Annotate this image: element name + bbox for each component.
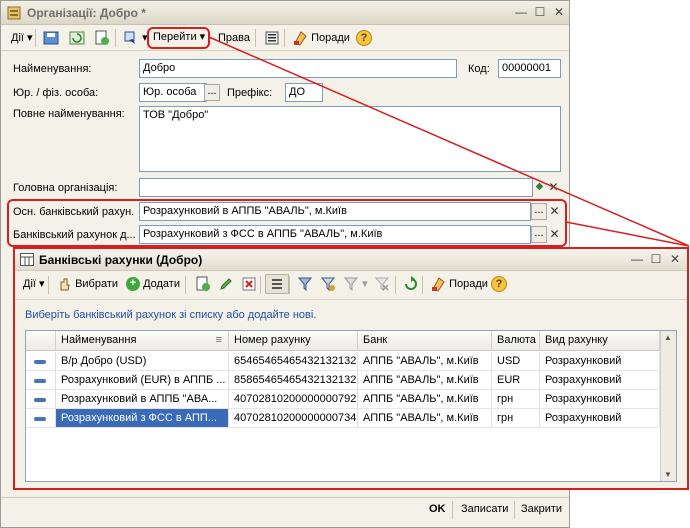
hint-text: Виберіть банківський рахунок зі списку а… (25, 309, 317, 321)
table-header-icon (26, 331, 56, 351)
refresh-list-button[interactable] (399, 274, 423, 294)
add-copy-button[interactable] (191, 274, 215, 294)
table-cell[interactable]: АППБ "АВАЛЬ", м.Київ (358, 371, 492, 390)
table-header-type[interactable]: Вид рахунку (540, 331, 660, 351)
minimize-icon[interactable]: — (629, 252, 645, 266)
account-row-icon (34, 360, 46, 364)
filter-value-icon (320, 277, 336, 292)
table-cell[interactable]: 40702810200000000792 (229, 390, 358, 409)
tips-label: Поради (449, 278, 488, 290)
toolbar-separator (422, 276, 423, 294)
toolbar-separator (289, 276, 290, 294)
table-cell[interactable]: Розрахунковий (540, 390, 660, 409)
filter-by-value-button[interactable] (316, 274, 340, 294)
account-row-icon (34, 379, 46, 383)
table-cell[interactable]: 85865465465432132132 (229, 371, 358, 390)
sub-tips-button[interactable]: Поради (426, 274, 492, 294)
vertical-scrollbar[interactable]: ▲ ▼ (660, 331, 676, 481)
toolbar-divider (15, 299, 687, 300)
table-cell[interactable]: Розрахунковий (540, 409, 660, 428)
copy-doc-icon (196, 276, 210, 292)
edit-button[interactable] (214, 274, 238, 294)
tips-book-icon (432, 277, 445, 292)
table-cell[interactable]: В/р Добро (USD) (56, 352, 229, 371)
table-cell[interactable]: Розрахунковий в АППБ "АВА... (56, 390, 229, 409)
table-cell[interactable]: USD (492, 352, 540, 371)
table-cell[interactable]: Розрахунковий (540, 352, 660, 371)
hierarchy-button[interactable] (265, 274, 289, 294)
bank-accounts-window: Банківські рахунки (Добро) — ☐ ✕ Дії ▾ В… (13, 247, 689, 490)
dropdown-arrow-icon: ▾ (362, 278, 368, 290)
table-cell[interactable]: Розрахунковий (EUR) в АППБ ... (56, 371, 229, 390)
callout-line-goto (208, 36, 690, 247)
maximize-icon[interactable]: ☐ (648, 252, 664, 266)
clear-filter-button[interactable] (370, 274, 394, 294)
scroll-down-icon[interactable]: ▼ (664, 470, 672, 479)
toolbar-separator (185, 276, 186, 294)
table-cell[interactable]: 6546546546543213213​2 (229, 352, 358, 371)
clear-filter-icon (374, 277, 390, 292)
pencil-icon (220, 278, 232, 290)
table-cell[interactable]: грн (492, 390, 540, 409)
bank-accounts-table: Найменування ≡ Номер рахунку Банк Валюта… (25, 330, 677, 482)
select-button[interactable]: Вибрати (52, 274, 122, 294)
table-header-number[interactable]: Номер рахунку (229, 331, 358, 351)
filter-history-button[interactable]: ▾ (339, 274, 372, 294)
toolbar-separator (395, 276, 396, 294)
toolbar-separator (260, 276, 261, 294)
table-cell[interactable]: EUR (492, 371, 540, 390)
row-icon-cell (26, 409, 56, 428)
table-cell[interactable]: АППБ "АВАЛЬ", м.Київ (358, 409, 492, 428)
sub-window-title: Банківські рахунки (Добро) (39, 253, 203, 267)
row-icon-cell (26, 371, 56, 390)
sub-window-titlebar[interactable]: Банківські рахунки (Добро) — ☐ ✕ (15, 249, 687, 271)
delete-button[interactable] (237, 274, 261, 294)
add-button[interactable]: + Додати (122, 274, 184, 294)
table-header-name[interactable]: Найменування ≡ (56, 331, 229, 351)
row-icon-cell (26, 352, 56, 371)
table-header-currency[interactable]: Валюта (492, 331, 540, 351)
table-cell[interactable]: 40702810200000000734 (229, 409, 358, 428)
actions-label: Дії (23, 278, 36, 290)
table-icon (20, 253, 34, 266)
account-row-icon (34, 417, 46, 421)
table-cell[interactable]: АППБ "АВАЛЬ", м.Київ (358, 352, 492, 371)
help-icon[interactable]: ? (491, 276, 507, 292)
column-label: Найменування (61, 334, 137, 346)
row-icon-cell (26, 390, 56, 409)
callout-line-accounts (565, 221, 690, 247)
delete-icon (242, 277, 256, 291)
table-cell[interactable]: Розрахунковий з ФСС в АПП... (56, 409, 229, 428)
refresh-icon (405, 276, 417, 291)
filter-button[interactable] (293, 274, 317, 294)
select-hand-icon (60, 278, 70, 291)
filter-icon (297, 277, 313, 292)
scroll-up-icon[interactable]: ▲ (664, 333, 672, 342)
table-header-bank[interactable]: Банк (358, 331, 492, 351)
close-icon[interactable]: ✕ (667, 252, 683, 266)
sort-icon: ≡ (215, 334, 222, 346)
add-label: Додати (143, 278, 180, 290)
list-icon (272, 279, 282, 290)
sub-actions-menu-button[interactable]: Дії ▾ (19, 274, 49, 294)
filter-history-icon (343, 277, 359, 292)
dropdown-arrow-icon: ▾ (39, 278, 45, 290)
account-row-icon (34, 398, 46, 402)
table-cell[interactable]: АППБ "АВАЛЬ", м.Київ (358, 390, 492, 409)
table-cell[interactable]: грн (492, 409, 540, 428)
select-label: Вибрати (75, 278, 119, 290)
table-cell[interactable]: Розрахунковий (540, 371, 660, 390)
toolbar-separator (48, 276, 49, 294)
add-plus-icon: + (126, 277, 140, 292)
